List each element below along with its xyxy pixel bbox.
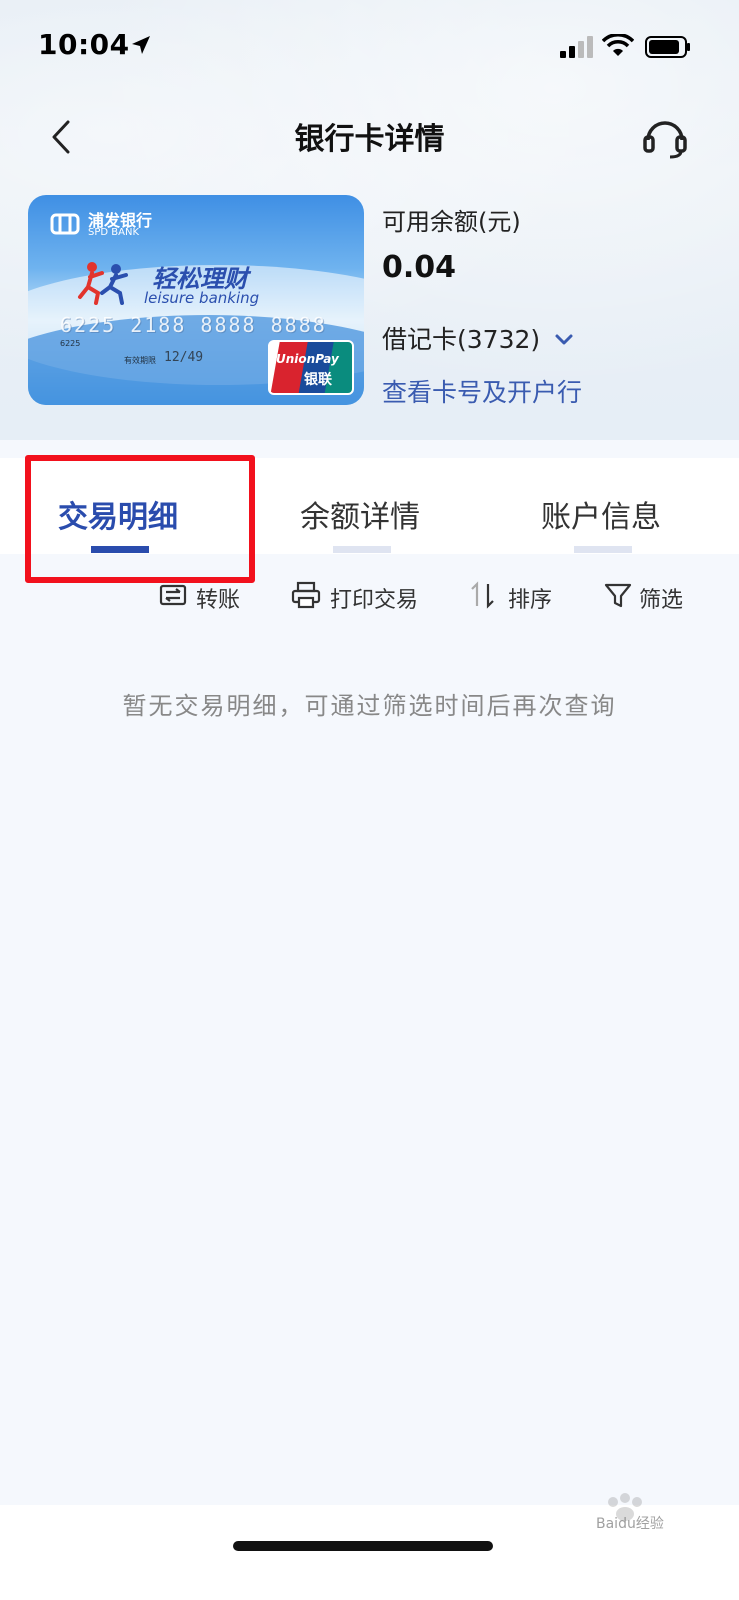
filter-label: 筛选 [639,588,684,613]
balance-label: 可用余额(元) [382,208,521,236]
sort-button[interactable]: 排序 [468,580,558,614]
bank-card-image: 浦发银行 SPD BANK 轻松理财 leisure banking 6225 … [28,195,364,405]
tab-indicator [574,546,632,553]
sort-label: 排序 [508,588,553,613]
navigation-bar: 银行卡详情 [0,100,739,172]
card-expiry-label: 有效期限 [124,356,156,365]
battery-icon [645,36,690,58]
view-card-number-link[interactable]: 查看卡号及开户行 [382,373,582,409]
filter-icon [604,583,632,608]
unionpay-text-cn: 银联 [304,372,332,388]
spd-bank-logo-icon [50,213,80,235]
sort-icon [471,581,494,609]
printer-icon [291,581,321,609]
home-indicator[interactable] [233,1541,493,1551]
card-expiry: 12/49 [164,350,204,365]
location-arrow-icon [132,36,150,54]
card-prefix: 6225 [60,339,81,348]
tab-account-info[interactable]: 账户信息 [541,492,661,536]
unionpay-text: UnionPay [276,352,339,366]
wifi-icon [602,34,634,56]
runner-logo-icon [78,262,128,305]
empty-state-message: 暂无交易明细，可通过筛选时间后再次查询 [122,692,617,720]
card-number: 6225 2188 8888 8888 [60,313,327,337]
headset-icon[interactable] [640,112,690,162]
transfer-icon [159,584,187,606]
status-time: 10:04 [38,28,130,61]
tab-indicator [333,546,391,553]
chevron-down-icon[interactable] [554,333,574,347]
print-transactions-button[interactable]: 打印交易 [290,580,430,614]
bank-name-en: SPD BANK [88,227,139,238]
tab-balance-details[interactable]: 余额详情 [300,492,420,536]
card-type-selector[interactable]: 借记卡(3732) [382,320,540,356]
page-title: 银行卡详情 [294,122,445,157]
cellular-signal-icon [560,36,593,58]
highlight-annotation-box [25,455,255,583]
transfer-label: 转账 [196,588,241,613]
balance-value: 0.04 [382,250,457,285]
filter-button[interactable]: 筛选 [603,580,693,614]
unionpay-logo: UnionPay 银联 [268,340,354,395]
status-bar: 10:04 [0,0,739,92]
watermark-text: Baidu经验 [596,1516,664,1532]
transfer-button[interactable]: 转账 [158,580,248,614]
card-product-name-en: leisure banking [144,289,260,307]
print-transactions-label: 打印交易 [330,588,419,613]
